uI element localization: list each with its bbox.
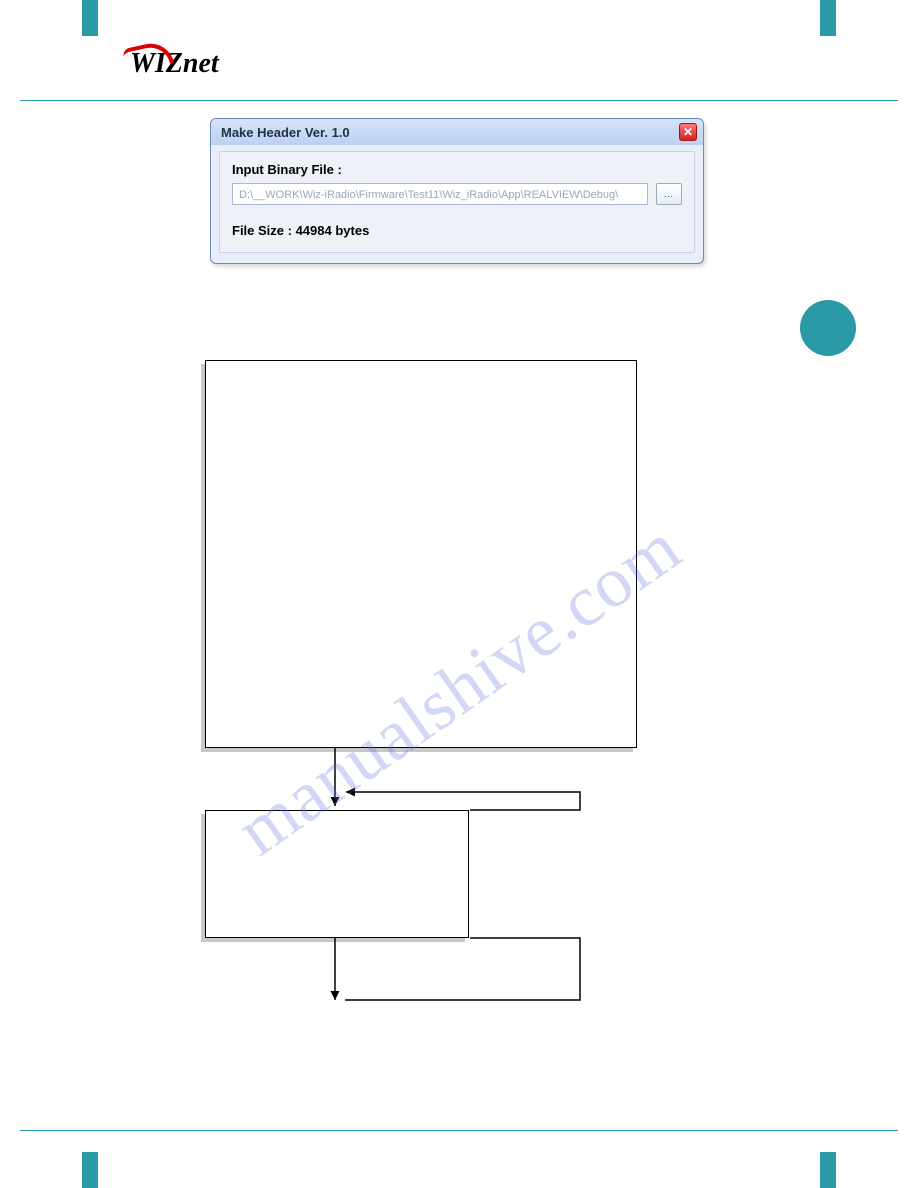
decorative-bar (82, 0, 98, 36)
divider (20, 100, 898, 101)
page: WIZnet Make Header Ver. 1.0 ✕ Input Bina… (0, 0, 918, 1188)
file-size-label: File Size : 44984 bytes (232, 223, 682, 238)
dialog-title: Make Header Ver. 1.0 (221, 125, 350, 140)
decorative-bar (820, 1152, 836, 1188)
divider (20, 1130, 898, 1131)
decorative-bar (820, 0, 836, 36)
wiznet-logo: WIZnet (130, 48, 250, 92)
browse-button[interactable]: … (656, 183, 682, 205)
dialog-titlebar[interactable]: Make Header Ver. 1.0 ✕ (211, 119, 703, 145)
make-header-dialog: Make Header Ver. 1.0 ✕ Input Binary File… (210, 118, 704, 264)
decorative-bar (82, 1152, 98, 1188)
binary-file-input[interactable]: D:\__WORK\Wiz-iRadio\Firmware\Test11\Wiz… (232, 183, 648, 205)
input-row: D:\__WORK\Wiz-iRadio\Firmware\Test11\Wiz… (232, 183, 682, 205)
page-circle-marker (800, 300, 856, 356)
close-icon[interactable]: ✕ (679, 123, 697, 141)
input-label: Input Binary File : (232, 162, 682, 177)
dialog-body: Input Binary File : D:\__WORK\Wiz-iRadio… (219, 151, 695, 253)
